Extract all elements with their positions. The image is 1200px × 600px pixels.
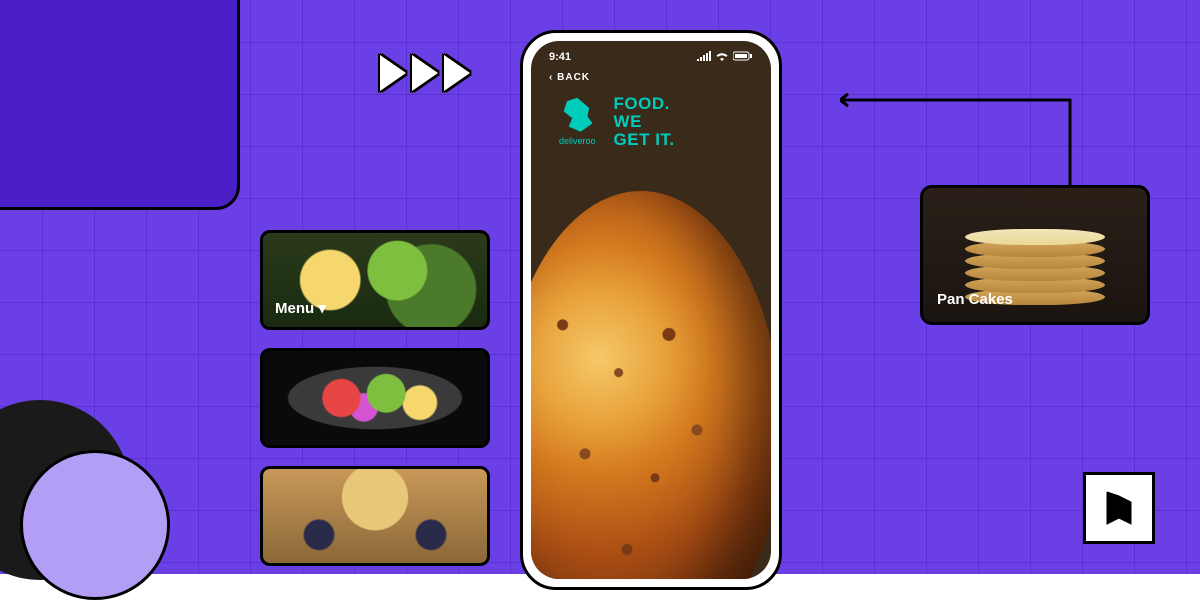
signal-icon [697, 51, 711, 64]
play-icon [444, 55, 470, 91]
pancakes-label: Pan Cakes [937, 291, 1013, 308]
decorative-circle-light [20, 450, 170, 600]
play-icon [412, 55, 438, 91]
back-label: BACK [557, 72, 590, 83]
phone-mockup: 9:41 ‹ BACK [520, 30, 782, 590]
wifi-icon [715, 51, 729, 64]
pizza-image [531, 191, 771, 579]
brand-slogan: FOOD. WE GET IT. [614, 95, 675, 149]
phone-screen: 9:41 ‹ BACK [531, 41, 771, 579]
menu-card[interactable]: Menu ▾ [260, 230, 490, 330]
pancakes-card[interactable]: Pan Cakes [920, 185, 1150, 325]
brand-name: deliveroo [559, 136, 596, 146]
arrow-icon [840, 90, 1110, 190]
play-icons [380, 55, 470, 91]
menu-label: Menu ▾ [275, 299, 326, 317]
deliveroo-logo: deliveroo [559, 98, 596, 146]
status-bar: 9:41 [531, 41, 771, 68]
decorative-block [0, 0, 240, 210]
builder-logo-icon [1099, 488, 1139, 528]
builder-badge [1083, 472, 1155, 544]
food-card[interactable] [260, 466, 490, 566]
brand-header: deliveroo FOOD. WE GET IT. [531, 87, 771, 163]
back-button[interactable]: ‹ BACK [531, 68, 771, 87]
battery-icon [733, 51, 753, 64]
slogan-line: FOOD. [614, 95, 675, 113]
status-time: 9:41 [549, 51, 571, 64]
food-cards-column: Menu ▾ [260, 230, 490, 566]
deliveroo-icon [560, 98, 594, 132]
play-icon [380, 55, 406, 91]
chevron-left-icon: ‹ [549, 72, 553, 83]
slogan-line: GET IT. [614, 131, 675, 149]
canvas-background: 9:41 ‹ BACK [0, 0, 1200, 574]
pancakes-image [965, 205, 1105, 305]
food-card[interactable] [260, 348, 490, 448]
slogan-line: WE [614, 113, 675, 131]
status-icons [697, 51, 753, 64]
